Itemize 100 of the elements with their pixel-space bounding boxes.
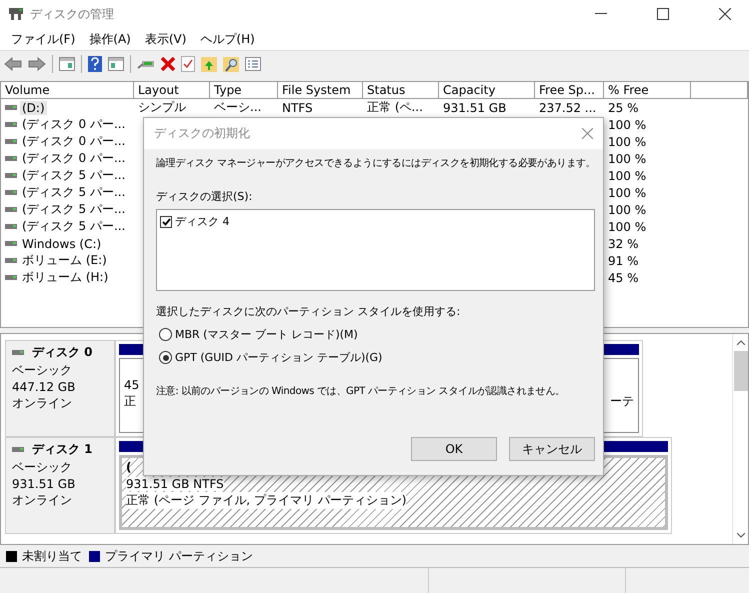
- column-header[interactable]: % Free: [604, 82, 691, 99]
- disk-status: オンライン: [12, 492, 73, 509]
- dialog-button[interactable]: キャンセル: [509, 437, 595, 461]
- partition-style-label: 選択したディスクに次のパーティション スタイルを使用する:: [156, 304, 462, 319]
- dialog-message: 論理ディスク マネージャーがアクセスできるようにするにはディスクを初期化する必要があります。: [156, 157, 595, 171]
- radio-label[interactable]: GPT (GUID パーティション テーブル)(G): [175, 350, 382, 365]
- volume-name[interactable]: (ディスク 0 パー...: [20, 150, 128, 167]
- table-cell: 100 %: [608, 202, 646, 216]
- forward-arrow-icon[interactable]: [28, 57, 46, 71]
- table-cell: 正常 (ペ...: [367, 99, 423, 116]
- column-header[interactable]: Status: [363, 82, 439, 99]
- table-cell: 100 %: [608, 118, 646, 132]
- radio-button[interactable]: [159, 328, 172, 341]
- caret-up-icon[interactable]: [736, 340, 744, 345]
- drive-icon: [5, 156, 17, 161]
- legend-label: プライマリ パーティション: [105, 548, 253, 564]
- drive-icon: [5, 105, 17, 110]
- back-arrow-icon[interactable]: [4, 57, 22, 71]
- minimize-icon[interactable]: [595, 13, 607, 15]
- volume-name[interactable]: ボリューム (E:): [20, 252, 109, 269]
- column-header[interactable]: Free Sp...: [535, 82, 604, 99]
- partition-text: 45: [124, 378, 140, 392]
- checked-document-icon[interactable]: [181, 56, 195, 72]
- disk-info-panel[interactable]: ディスク 0 ベーシック 447.12 GB オンライン: [5, 340, 115, 437]
- list-icon[interactable]: [245, 57, 261, 71]
- scroll-thumb[interactable]: [734, 351, 748, 391]
- table-cell: 25 %: [608, 100, 638, 114]
- disk-type: ベーシック: [12, 459, 73, 476]
- menu-item[interactable]: ファイル(F): [4, 30, 82, 48]
- volume-name[interactable]: (D:): [20, 100, 47, 114]
- column-header[interactable]: Volume: [1, 82, 134, 99]
- drive-icon: [12, 447, 24, 452]
- caret-down-icon[interactable]: [736, 533, 744, 538]
- disk-list-item[interactable]: ディスク 4: [175, 214, 230, 229]
- table-cell: 91 %: [608, 254, 638, 268]
- table-cell: 931.51 GB: [443, 100, 506, 114]
- volume-name[interactable]: (ディスク 0 パー...: [20, 116, 128, 133]
- volume-name[interactable]: (ディスク 0 パー...: [20, 133, 128, 150]
- volume-name[interactable]: (ディスク 5 パー...: [20, 167, 128, 184]
- radio-label[interactable]: MBR (マスター ブート レコード)(M): [175, 327, 358, 342]
- legend-label: 未割り当て: [22, 548, 82, 564]
- delete-icon[interactable]: [161, 57, 175, 71]
- table-cell: 100 %: [608, 220, 646, 234]
- column-header[interactable]: Layout: [134, 82, 210, 99]
- drive-icon: [5, 139, 17, 144]
- drive-icon: [5, 190, 17, 195]
- drive-icon: [5, 258, 17, 263]
- disk-list-label: ディスクの選択(S):: [156, 189, 254, 204]
- drive-icon: [5, 241, 17, 246]
- window-title: ディスクの管理: [30, 6, 114, 22]
- partition-text: 正常 (ページ ファイル, プライマリ パーティション): [126, 492, 406, 509]
- dialog-button[interactable]: OK: [411, 437, 497, 461]
- table-cell: 32 %: [608, 236, 638, 250]
- disk-status: オンライン: [12, 395, 73, 412]
- panel-icon[interactable]: [59, 57, 75, 71]
- table-cell: 100 %: [608, 152, 646, 166]
- disk-type: ベーシック: [12, 362, 73, 379]
- table-cell: 45 %: [608, 270, 638, 284]
- panel-icon[interactable]: [108, 57, 124, 71]
- column-header[interactable]: Type: [210, 82, 278, 99]
- scrollbar[interactable]: [732, 334, 748, 544]
- table-cell: 237.52 ...: [539, 100, 596, 114]
- connect-icon[interactable]: [137, 58, 155, 70]
- volume-name[interactable]: (ディスク 5 パー...: [20, 201, 128, 218]
- menu-item[interactable]: 操作(A): [82, 30, 138, 48]
- checkbox[interactable]: [160, 216, 172, 228]
- drive-icon: [5, 224, 17, 229]
- table-cell: 100 %: [608, 134, 646, 148]
- partition-text: 931.51 GB NTFS: [126, 477, 224, 491]
- help-icon[interactable]: [88, 56, 102, 72]
- disk-name: ディスク 0: [32, 344, 93, 361]
- drive-icon: [12, 350, 24, 355]
- dialog-title: ディスクの初期化: [154, 125, 250, 142]
- disk-info-panel[interactable]: ディスク 1 ベーシック 931.51 GB オンライン: [5, 437, 115, 534]
- volume-name[interactable]: Windows (C:): [20, 236, 104, 250]
- note-text: 注意: 以前のバージョンの Windows では、GPT パーティション スタイルが認識されません。: [156, 385, 566, 399]
- maximize-icon[interactable]: [657, 8, 669, 20]
- close-icon[interactable]: [719, 8, 731, 20]
- volume-name[interactable]: (ディスク 5 パー...: [20, 184, 128, 201]
- table-cell: シンプル: [138, 99, 186, 116]
- drive-icon: [5, 275, 17, 280]
- drive-icon: [5, 122, 17, 127]
- menu-item[interactable]: 表示(V): [138, 30, 194, 48]
- folder-up-icon[interactable]: [201, 56, 217, 72]
- volume-name[interactable]: (ディスク 5 パー...: [20, 218, 128, 235]
- disk-size: 931.51 GB: [12, 477, 76, 491]
- table-cell: ベーシ...: [214, 99, 262, 116]
- column-header[interactable]: File System: [278, 82, 363, 99]
- table-cell: 100 %: [608, 168, 646, 182]
- folder-search-icon[interactable]: [223, 56, 239, 72]
- table-cell: 100 %: [608, 186, 646, 200]
- table-cell: NTFS: [282, 100, 313, 114]
- drive-icon: [5, 207, 17, 212]
- volume-name[interactable]: ボリューム (H:): [20, 269, 110, 286]
- disk-list[interactable]: ディスク 4: [156, 209, 595, 291]
- column-header[interactable]: Capacity: [439, 82, 535, 99]
- app-icon: [8, 7, 24, 21]
- radio-button[interactable]: [159, 351, 172, 364]
- menu-item[interactable]: ヘルプ(H): [193, 30, 262, 48]
- disk-size: 447.12 GB: [12, 380, 76, 394]
